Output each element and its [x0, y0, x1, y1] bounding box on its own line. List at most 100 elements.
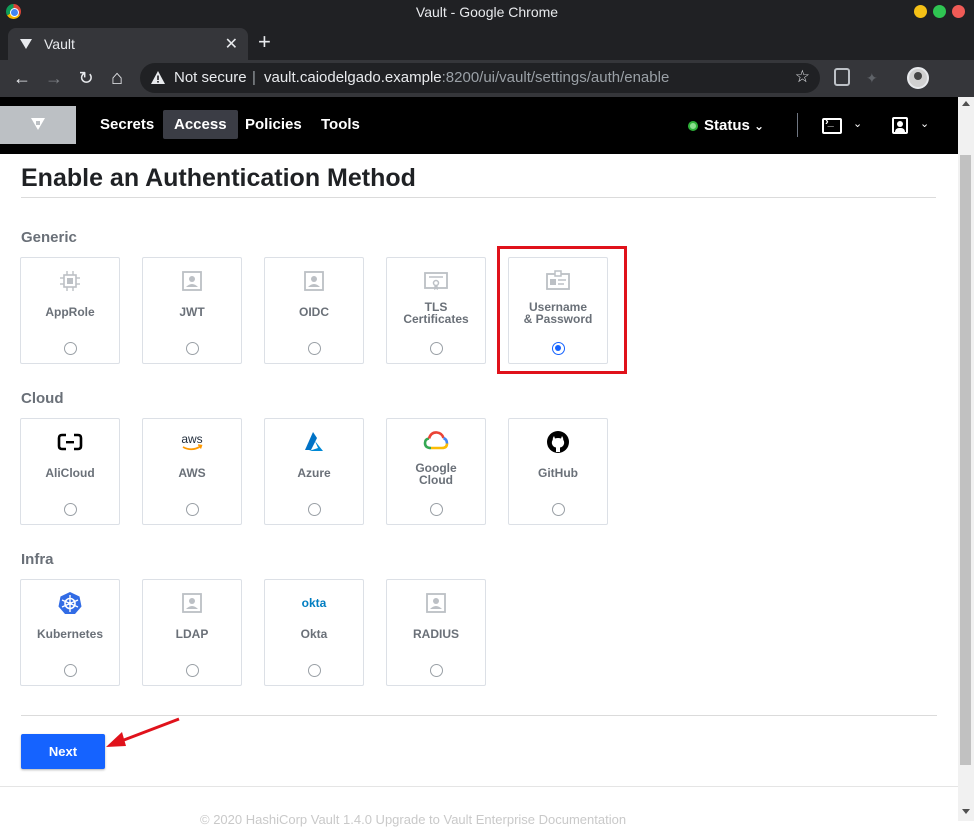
method-radio[interactable]	[308, 503, 321, 516]
minimize-button[interactable]	[914, 5, 927, 18]
method-label: AWS	[178, 466, 206, 480]
method-radio[interactable]	[64, 342, 77, 355]
method-card-github[interactable]: GitHub	[508, 418, 608, 525]
url-text: vault.caiodelgado.example:8200/ui/vault/…	[264, 69, 670, 86]
section-cloud: Cloud	[21, 390, 64, 407]
method-label: OIDC	[299, 305, 329, 319]
reload-icon[interactable]: ↻	[74, 66, 98, 90]
user-card-icon	[182, 593, 202, 613]
forward-icon[interactable]: →	[42, 66, 66, 90]
scroll-up-icon[interactable]	[962, 101, 970, 106]
method-radio[interactable]	[308, 342, 321, 355]
user-card-icon	[304, 271, 324, 291]
aws-icon: aws	[181, 432, 203, 451]
method-card-ldap[interactable]: LDAP	[142, 579, 242, 686]
nav-secrets[interactable]: Secrets	[89, 110, 165, 139]
window-title: Vault - Google Chrome	[415, 4, 559, 20]
method-card-google-cloud[interactable]: Google Cloud	[386, 418, 486, 525]
bookmark-star-icon[interactable]: ☆	[795, 67, 810, 87]
home-icon[interactable]: ⌂	[105, 66, 129, 90]
method-radio[interactable]	[186, 342, 199, 355]
method-label: Google Cloud	[415, 461, 457, 487]
not-secure-label: Not secure	[174, 69, 247, 86]
svg-text:aws: aws	[181, 432, 202, 446]
highlight-box	[497, 246, 627, 374]
method-card-azure[interactable]: Azure	[264, 418, 364, 525]
method-label: LDAP	[175, 627, 209, 641]
method-card-okta[interactable]: okta Okta	[264, 579, 364, 686]
method-radio[interactable]	[430, 503, 443, 516]
method-card-tls-certificates[interactable]: TLS Certificates	[386, 257, 486, 364]
method-radio[interactable]	[308, 664, 321, 677]
new-tab-button[interactable]: +	[258, 28, 271, 56]
user-menu-icon[interactable]	[892, 117, 908, 134]
svg-text:okta: okta	[302, 596, 327, 610]
method-label: TLS Certificates	[403, 300, 469, 326]
chrome-logo-icon	[6, 4, 21, 19]
method-card-aws[interactable]: aws AWS	[142, 418, 242, 525]
method-radio[interactable]	[430, 342, 443, 355]
method-label: RADIUS	[412, 627, 459, 641]
certificate-icon	[424, 272, 448, 290]
footer-text: © 2020 HashiCorp Vault 1.4.0 Upgrade to …	[200, 812, 627, 827]
chip-icon	[60, 271, 80, 291]
method-radio[interactable]	[64, 664, 77, 677]
method-label: Azure	[297, 466, 331, 480]
divider	[797, 113, 798, 137]
maximize-button[interactable]	[933, 5, 946, 18]
method-label: GitHub	[538, 466, 578, 480]
method-card-radius[interactable]: RADIUS	[386, 579, 486, 686]
method-radio[interactable]	[64, 503, 77, 516]
status-dot-icon	[688, 121, 698, 131]
status-menu[interactable]: Status ⌄	[688, 117, 764, 134]
user-card-icon	[182, 271, 202, 291]
address-bar[interactable]: Not secure | vault.caiodelgado.example:8…	[140, 63, 820, 93]
profile-avatar[interactable]	[907, 67, 929, 89]
close-tab-icon[interactable]: ✕	[225, 34, 238, 54]
method-card-oidc[interactable]: OIDC	[264, 257, 364, 364]
tab-strip: Vault ✕	[0, 24, 974, 60]
extension-icon[interactable]	[834, 68, 850, 86]
google-cloud-icon	[423, 431, 449, 450]
vault-header: Secrets Access Policies Tools Status ⌄ ⌄…	[0, 97, 958, 154]
section-infra: Infra	[21, 551, 54, 568]
annotation-arrow	[106, 717, 180, 747]
title-divider	[21, 197, 936, 198]
method-radio[interactable]	[430, 664, 443, 677]
method-card-alicloud[interactable]: AliCloud	[20, 418, 120, 525]
github-icon	[547, 431, 569, 453]
method-label: AppRole	[45, 305, 95, 319]
tab-title: Vault	[44, 36, 75, 52]
vault-logo[interactable]	[0, 106, 76, 144]
back-icon[interactable]: ←	[10, 66, 34, 90]
browser-toolbar: ← → ↻ ⌂ Not secure | vault.caiodelgado.e…	[0, 60, 974, 146]
extension-puzzle-icon[interactable]: ✦	[866, 70, 878, 87]
chevron-down-icon: ⌄	[754, 119, 765, 133]
scroll-down-icon[interactable]	[962, 809, 970, 814]
method-card-kubernetes[interactable]: Kubernetes	[20, 579, 120, 686]
chevron-down-icon[interactable]: ⌄	[853, 117, 862, 130]
close-window-button[interactable]	[952, 5, 965, 18]
method-label: Kubernetes	[36, 627, 104, 641]
method-radio[interactable]	[552, 503, 565, 516]
method-card-approle[interactable]: AppRole	[20, 257, 120, 364]
alicloud-icon	[57, 433, 83, 451]
console-icon[interactable]	[822, 116, 842, 134]
page-scrollbar[interactable]	[958, 97, 974, 821]
nav-policies[interactable]: Policies	[234, 110, 313, 139]
azure-icon	[305, 432, 323, 451]
method-label: Okta	[300, 627, 328, 641]
window-titlebar: Vault - Google Chrome	[0, 0, 974, 24]
chevron-down-icon[interactable]: ⌄	[920, 117, 929, 130]
method-radio[interactable]	[186, 503, 199, 516]
scroll-thumb[interactable]	[960, 155, 971, 765]
warning-icon	[151, 71, 165, 84]
next-button[interactable]: Next	[21, 734, 105, 769]
page-title: Enable an Authentication Method	[21, 164, 416, 192]
method-card-jwt[interactable]: JWT	[142, 257, 242, 364]
tab-vault[interactable]: Vault ✕	[8, 28, 248, 60]
method-radio[interactable]	[186, 664, 199, 677]
nav-tools[interactable]: Tools	[310, 110, 371, 139]
url-separator: |	[252, 69, 256, 86]
nav-access[interactable]: Access	[163, 110, 238, 139]
